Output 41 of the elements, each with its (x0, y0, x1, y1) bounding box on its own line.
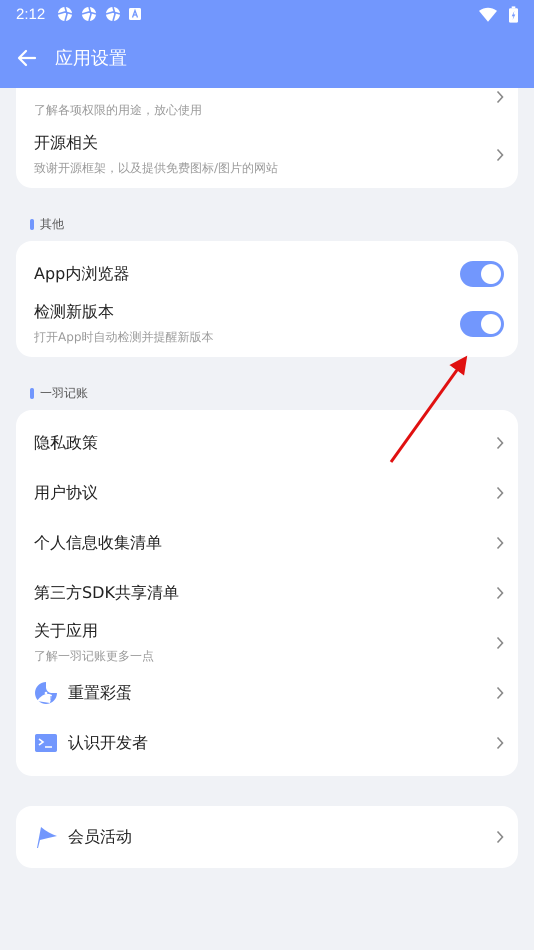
bird-icon (34, 681, 58, 705)
setting-title: 会员活动 (68, 826, 133, 848)
page-title: 应用设置 (55, 47, 127, 70)
section-label: 一羽记账 (40, 385, 88, 402)
chevron-right-icon[interactable] (496, 436, 504, 450)
keyboard-icon (129, 8, 142, 20)
chevron-right-icon[interactable] (496, 90, 504, 104)
toggle-switch[interactable] (460, 261, 504, 287)
section-label: 其他 (40, 216, 64, 233)
notification-icon (105, 6, 122, 22)
chevron-right-icon[interactable] (496, 486, 504, 500)
chevron-right-icon[interactable] (496, 586, 504, 600)
notification-icon (57, 6, 74, 22)
chevron-right-icon[interactable] (496, 686, 504, 700)
setting-title: 认识开发者 (68, 732, 149, 754)
setting-description: 致谢开源框架，以及提供免费图标/图片的网站 (34, 160, 280, 177)
setting-title: 个人信息收集清单 (34, 532, 163, 554)
chevron-right-icon[interactable] (496, 830, 504, 844)
toggle-switch[interactable] (460, 311, 504, 337)
notification-icon (81, 6, 98, 22)
setting-title: 第三方SDK共享清单 (34, 582, 180, 604)
flag-icon (34, 825, 58, 849)
chevron-right-icon[interactable] (496, 148, 504, 162)
chevron-right-icon[interactable] (496, 736, 504, 750)
setting-title: 隐私政策 (34, 432, 99, 454)
setting-title: 检测新版本 (34, 302, 115, 323)
status-time: 2:12 (16, 6, 46, 22)
setting-title: 开源相关 (34, 133, 99, 154)
setting-title: 重置彩蛋 (68, 682, 133, 704)
setting-title: App内浏览器 (34, 264, 130, 284)
back-icon[interactable] (17, 48, 37, 68)
setting-description: 了解一羽记账更多一点 (34, 648, 155, 665)
setting-title: 关于应用 (34, 621, 99, 642)
battery-icon (509, 6, 518, 22)
chevron-right-icon[interactable] (496, 536, 504, 550)
setting-title: 用户协议 (34, 482, 99, 504)
terminal-icon (34, 731, 58, 755)
setting-description: 了解各项权限的用途，放心使用 (34, 102, 203, 119)
chevron-right-icon[interactable] (496, 636, 504, 650)
wifi-icon (479, 6, 497, 22)
setting-description: 打开App时自动检测并提醒新版本 (34, 329, 214, 346)
